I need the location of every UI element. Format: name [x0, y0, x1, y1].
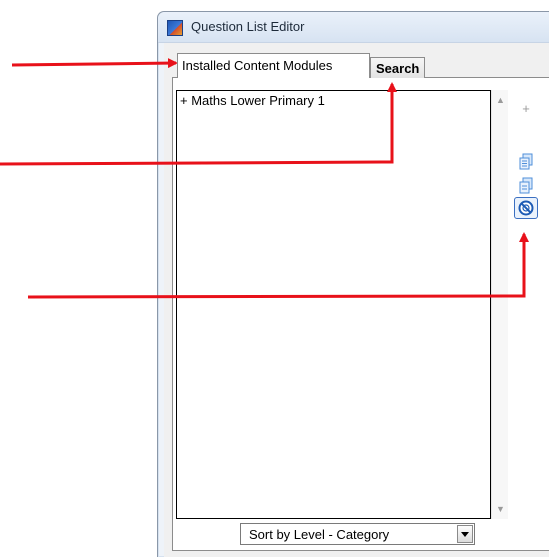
- window-title: Question List Editor: [191, 19, 305, 34]
- content-modules-list[interactable]: + Maths Lower Primary 1: [176, 90, 491, 519]
- annotation-arrow-tab: [11, 58, 178, 69]
- copy-all-button[interactable]: [515, 151, 537, 171]
- app-logo-icon: [167, 20, 183, 36]
- tab-search[interactable]: Search: [370, 57, 425, 78]
- client-area: Installed Content Modules Search + Maths…: [164, 43, 549, 557]
- list-scrollbar[interactable]: ▲ ▼: [491, 90, 508, 519]
- scroll-up-icon[interactable]: ▲: [492, 93, 509, 107]
- block-icon: [518, 200, 534, 216]
- copy-button[interactable]: [515, 175, 537, 195]
- list-item[interactable]: + Maths Lower Primary 1: [180, 93, 325, 108]
- block-button[interactable]: [514, 197, 538, 219]
- sort-selected-value: Sort by Level - Category: [249, 527, 390, 542]
- question-list-editor-window: Question List Editor Installed Content M…: [157, 11, 549, 557]
- plus-icon: +: [522, 101, 530, 116]
- scroll-down-icon[interactable]: ▼: [492, 502, 509, 516]
- add-button[interactable]: +: [515, 99, 537, 119]
- copy-document-icon: [519, 177, 533, 194]
- copy-documents-icon: [519, 153, 533, 170]
- title-bar[interactable]: Question List Editor: [158, 12, 549, 43]
- chevron-down-icon[interactable]: [457, 525, 473, 543]
- tab-installed-content-modules[interactable]: Installed Content Modules: [177, 53, 370, 78]
- sort-dropdown[interactable]: Sort by Level - Category: [240, 523, 475, 545]
